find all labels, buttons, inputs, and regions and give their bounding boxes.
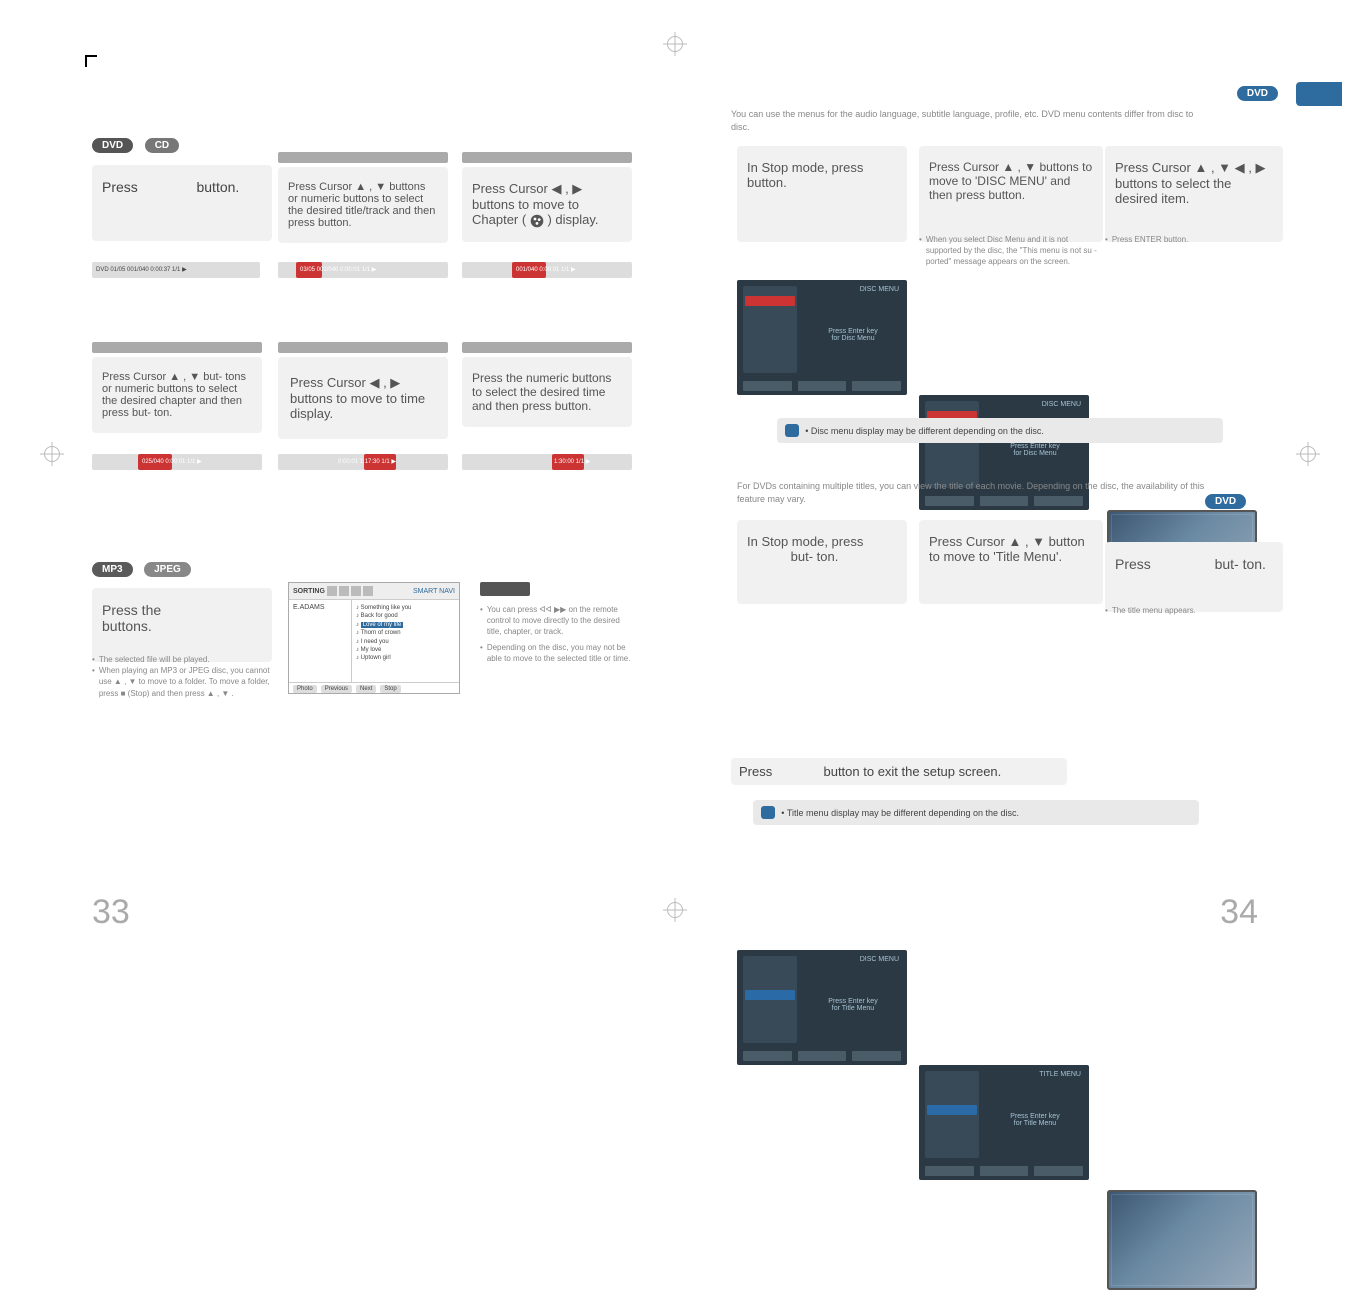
osd-strip-5: 0:00:01 1:17:30 1/1 ▶ [278, 454, 448, 470]
chapter-icon [530, 212, 548, 227]
step3-post: ) display. [547, 212, 598, 227]
step3-header [462, 152, 632, 163]
remote-notes: •You can press ᐊᐊ ▶▶ on the remote contr… [480, 582, 634, 664]
step3-box: Press Cursor ◀ , ▶ buttons to move to Ch… [462, 167, 632, 242]
osd-strip-3: 001/040 0:00:01 1/1 ▶ [462, 262, 632, 278]
pill-dvd-mid: DVD [1205, 494, 1246, 509]
osd-titlemenu-2: TITLE MENU Press Enter keyfor Title Menu [919, 1065, 1089, 1180]
title-intro: For DVDs containing multiple titles, you… [737, 480, 1207, 505]
step1-post: button. [196, 179, 239, 195]
page-34: DVD You can use the menus for the audio … [675, 0, 1350, 954]
t-step1-box: In Stop mode, press but- ton. [737, 520, 907, 604]
step2-header [278, 152, 448, 163]
file-browser: SORTING SMART NAVI E.ADAMS ♪ Something l… [288, 582, 460, 694]
pill-dvd: DVD [92, 138, 133, 153]
note-tag-2 [761, 806, 775, 819]
r-step3-box: Press Cursor ▲ , ▼ ◀ , ▶ buttons to sele… [1105, 146, 1283, 242]
r-step1-box: In Stop mode, press button. [737, 146, 907, 242]
pill-dvd-top: DVD [1237, 86, 1278, 101]
step4-box: Press Cursor ▲ , ▼ but- tons or numeric … [92, 357, 262, 433]
mp3-notes: •The selected file will be played. •When… [92, 654, 276, 699]
page-33: DVD CD Press button. Press Cursor ▲ , ▼ … [0, 0, 675, 954]
page-number-33: 33 [92, 893, 130, 932]
pill-jpeg: JPEG [144, 562, 191, 577]
browser-sorting: SORTING [293, 588, 325, 595]
notice-discmenu: • Disc menu display may be different dep… [777, 418, 1223, 443]
step5-header [278, 342, 448, 353]
t-step3b: •The title menu appears. [1105, 605, 1265, 616]
pill-cd: CD [145, 138, 179, 153]
page-number-34: 34 [1220, 893, 1258, 932]
notice-titlemenu: • Title menu display may be different de… [753, 800, 1199, 825]
r-step2b: •When you select Disc Menu and it is not… [919, 234, 1105, 268]
t-step2-box: Press Cursor ▲ , ▼ button to move to 'Ti… [919, 520, 1103, 604]
pill-mp3: MP3 [92, 562, 133, 577]
mp3-pills: MP3 JPEG [92, 562, 191, 577]
osd-strip-6: 1:30:00 1/1 ▶ [462, 454, 632, 470]
media-pills: DVD CD [92, 138, 179, 153]
preview-photo-2 [1107, 1190, 1257, 1290]
browser-songs: ♪ Something like you ♪ Back for good ♪ L… [352, 600, 459, 682]
step2-box: Press Cursor ▲ , ▼ buttons or numeric bu… [278, 167, 448, 243]
exit-box: Press button to exit the setup screen. [731, 758, 1067, 785]
note-tag-1 [785, 424, 799, 437]
section-tab [1296, 82, 1342, 106]
step4-header [92, 342, 262, 353]
osd-discmenu-1: DISC MENU Press Enter keyfor Disc Menu [737, 280, 907, 395]
step1-pre: Press [102, 179, 138, 195]
intro-text: You can use the menus for the audio lang… [731, 108, 1211, 133]
browser-artist: E.ADAMS [289, 600, 352, 682]
step5-box: Press Cursor ◀ , ▶ buttons to move to ti… [278, 357, 448, 439]
step6-box: Press the numeric buttons to select the … [462, 357, 632, 427]
osd-strip-2: 03/05 001/040 0:00:01 1/1 ▶ [278, 262, 448, 278]
osd-strip-4: 025/040 0:00:01 1/1 ▶ [92, 454, 262, 470]
step1-box: Press button. [92, 165, 272, 241]
t-step3-box: Press but- ton. [1105, 542, 1283, 612]
browser-nav: SMART NAVI [413, 588, 455, 595]
osd-strip-1: DVD 01/05 001/040 0:00:37 1/1 ▶ [92, 262, 260, 278]
r-step2-box: Press Cursor ▲ , ▼ buttons to move to 'D… [919, 146, 1103, 242]
remote-tag [480, 582, 530, 596]
mp3-post: buttons. [102, 618, 152, 634]
step6-header [462, 342, 632, 353]
r-step3b: •Press ENTER button. [1105, 234, 1265, 245]
mp3-pre: Press the [102, 602, 161, 618]
osd-titlemenu-1: DISC MENU Press Enter keyfor Title Menu [737, 950, 907, 1065]
mp3-step-box: Press the buttons. [92, 588, 272, 662]
